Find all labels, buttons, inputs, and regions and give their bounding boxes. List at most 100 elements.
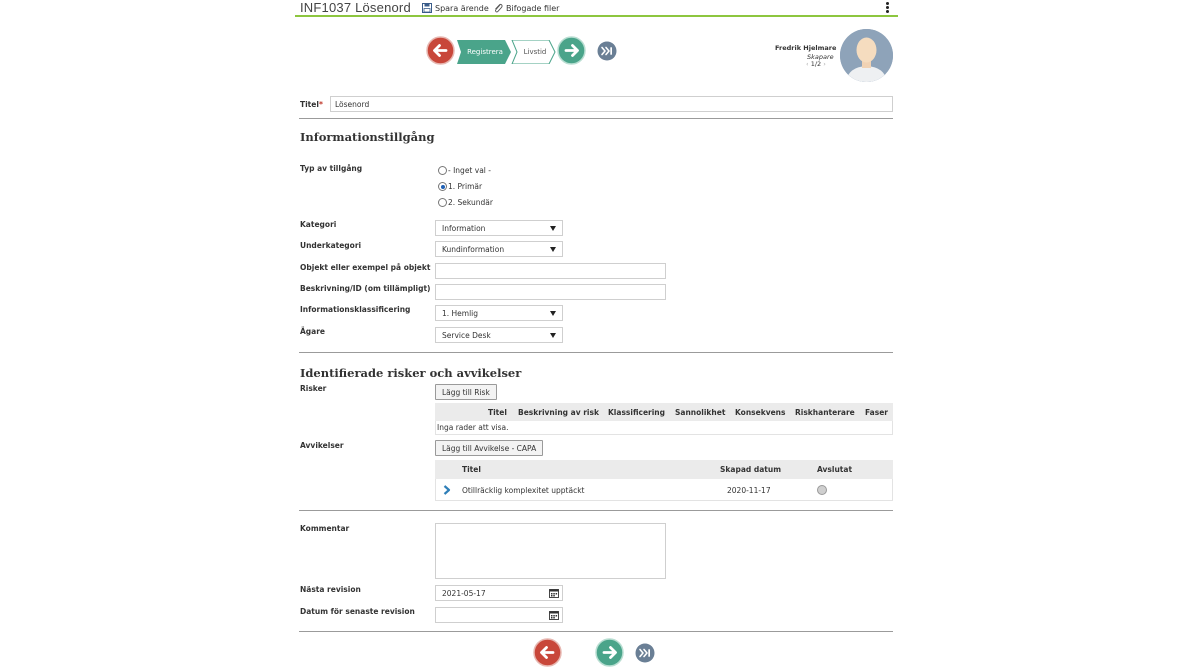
category-label: Kategori bbox=[300, 220, 337, 229]
bottom-forward-button[interactable] bbox=[595, 638, 624, 667]
table-row[interactable]: Otillräcklig komplexitet upptäckt 2020-1… bbox=[435, 479, 893, 501]
bottom-back-button[interactable] bbox=[533, 638, 562, 667]
risks-label: Risker bbox=[300, 384, 327, 393]
column-header[interactable]: Klassificering bbox=[608, 408, 665, 417]
radio-label: 2. Sekundär bbox=[448, 198, 493, 207]
risk-table-header: Titel Beskrivning av risk Klassificering… bbox=[435, 403, 893, 421]
caret-down-icon bbox=[550, 247, 556, 252]
save-button[interactable]: Spara ärende bbox=[422, 3, 489, 13]
closed-status-indicator bbox=[817, 485, 827, 495]
section-title-information: Informationstillgång bbox=[300, 130, 435, 144]
skip-forward-icon bbox=[635, 643, 655, 663]
column-header[interactable]: Sannolikhet bbox=[675, 408, 725, 417]
category-select[interactable]: Information bbox=[435, 220, 563, 236]
last-revision-label: Datum för senaste revision bbox=[300, 607, 415, 616]
deviations-label: Avvikelser bbox=[300, 441, 344, 450]
description-input[interactable] bbox=[435, 284, 666, 300]
chevron-left-icon[interactable]: ‹ bbox=[806, 60, 809, 68]
user-avatar-icon bbox=[840, 29, 893, 82]
column-header[interactable]: Riskhanterare bbox=[795, 408, 855, 417]
avatar bbox=[840, 29, 893, 82]
column-header[interactable]: Titel bbox=[488, 408, 507, 417]
type-label: Typ av tillgång bbox=[300, 164, 363, 173]
deviation-created-date: 2020-11-17 bbox=[727, 486, 771, 495]
radio-inget-val[interactable]: - Inget val - bbox=[438, 166, 491, 175]
divider bbox=[299, 510, 893, 511]
radio-dot[interactable] bbox=[438, 198, 447, 207]
radio-sekundar[interactable]: 2. Sekundär bbox=[438, 198, 493, 207]
comment-textarea[interactable] bbox=[435, 523, 666, 579]
object-input[interactable] bbox=[435, 263, 666, 279]
radio-dot[interactable] bbox=[438, 166, 447, 175]
next-revision-date-input[interactable]: 2021-05-17 bbox=[435, 585, 563, 601]
title-input[interactable]: Lösenord bbox=[330, 96, 893, 112]
column-header[interactable]: Faser bbox=[865, 408, 888, 417]
section-title-risks: Identifierade risker och avvikelser bbox=[300, 366, 522, 380]
date-value: 2021-05-17 bbox=[442, 589, 486, 598]
radio-label: - Inget val - bbox=[448, 166, 491, 175]
floppy-disk-icon bbox=[422, 3, 432, 13]
skip-to-end-button[interactable] bbox=[597, 41, 617, 61]
select-value: Service Desk bbox=[442, 331, 491, 340]
user-pager: ‹ 1/2 › bbox=[806, 60, 826, 68]
classification-label: Informationsklassificering bbox=[300, 305, 411, 314]
owner-label: Ägare bbox=[300, 327, 326, 336]
column-header[interactable]: Titel bbox=[462, 465, 481, 474]
save-label: Spara ärende bbox=[435, 3, 489, 13]
radio-dot-selected[interactable] bbox=[438, 182, 447, 191]
column-header[interactable]: Konsekvens bbox=[735, 408, 786, 417]
title-label: Titel* bbox=[300, 100, 323, 109]
caret-down-icon bbox=[550, 333, 556, 338]
bottom-skip-to-end-button[interactable] bbox=[635, 643, 655, 663]
add-risk-button[interactable]: Lägg till Risk bbox=[435, 384, 497, 400]
caret-down-icon bbox=[550, 311, 556, 316]
attachments-button[interactable]: Bifogade filer bbox=[493, 3, 559, 13]
arrow-right-icon bbox=[595, 638, 624, 667]
next-revision-label: Nästa revision bbox=[300, 585, 361, 594]
last-revision-date-input[interactable] bbox=[435, 607, 563, 623]
page-title: INF1037 Lösenord bbox=[300, 0, 411, 15]
object-label: Objekt eller exempel på objekt bbox=[300, 263, 431, 272]
required-mark: * bbox=[318, 100, 323, 109]
subcategory-select[interactable]: Kundinformation bbox=[435, 241, 563, 257]
deviation-table-header: Titel Skapad datum Avslutat bbox=[435, 460, 893, 479]
more-menu-icon[interactable] bbox=[886, 2, 890, 14]
divider bbox=[299, 118, 893, 119]
subcategory-label: Underkategori bbox=[300, 241, 362, 250]
workflow-step-livstid[interactable]: Livstid bbox=[514, 42, 556, 62]
arrow-left-icon bbox=[533, 638, 562, 667]
arrow-right-icon bbox=[557, 36, 586, 65]
comment-label: Kommentar bbox=[300, 524, 350, 533]
paperclip-icon bbox=[495, 3, 503, 13]
workflow-step-registrera[interactable]: Registrera bbox=[460, 42, 510, 62]
user-pager-label: 1/2 bbox=[810, 60, 822, 68]
forward-button[interactable] bbox=[557, 36, 586, 65]
column-header[interactable]: Avslutat bbox=[817, 465, 852, 474]
caret-down-icon bbox=[550, 226, 556, 231]
calendar-icon[interactable] bbox=[549, 610, 559, 620]
divider bbox=[299, 631, 893, 632]
calendar-icon[interactable] bbox=[549, 588, 559, 598]
add-deviation-button[interactable]: Lägg till Avvikelse - CAPA bbox=[435, 440, 544, 456]
owner-select[interactable]: Service Desk bbox=[435, 327, 563, 343]
back-button[interactable] bbox=[426, 36, 455, 65]
risk-table-body: Inga rader att visa. bbox=[435, 421, 893, 435]
column-header[interactable]: Beskrivning av risk bbox=[518, 408, 599, 417]
chevron-right-icon[interactable] bbox=[443, 485, 451, 495]
user-name: Fredrik Hjelmare bbox=[775, 44, 837, 52]
classification-select[interactable]: 1. Hemlig bbox=[435, 305, 563, 321]
column-header[interactable]: Skapad datum bbox=[720, 465, 781, 474]
select-value: 1. Hemlig bbox=[442, 309, 479, 318]
attachments-label: Bifogade filer bbox=[506, 3, 560, 13]
select-value: Information bbox=[442, 224, 486, 233]
chevron-right-icon[interactable]: › bbox=[823, 60, 826, 68]
skip-forward-icon bbox=[597, 41, 617, 61]
radio-primar[interactable]: 1. Primär bbox=[438, 182, 482, 191]
radio-label: 1. Primär bbox=[448, 182, 483, 191]
top-bar: INF1037 Lösenord Spara ärende Bifogade f… bbox=[295, 0, 898, 17]
description-label: Beskrivning/ID (om tillämpligt) bbox=[300, 284, 431, 293]
divider bbox=[299, 352, 893, 353]
deviation-title: Otillräcklig komplexitet upptäckt bbox=[462, 486, 585, 495]
arrow-left-icon bbox=[426, 36, 455, 65]
select-value: Kundinformation bbox=[442, 245, 505, 254]
